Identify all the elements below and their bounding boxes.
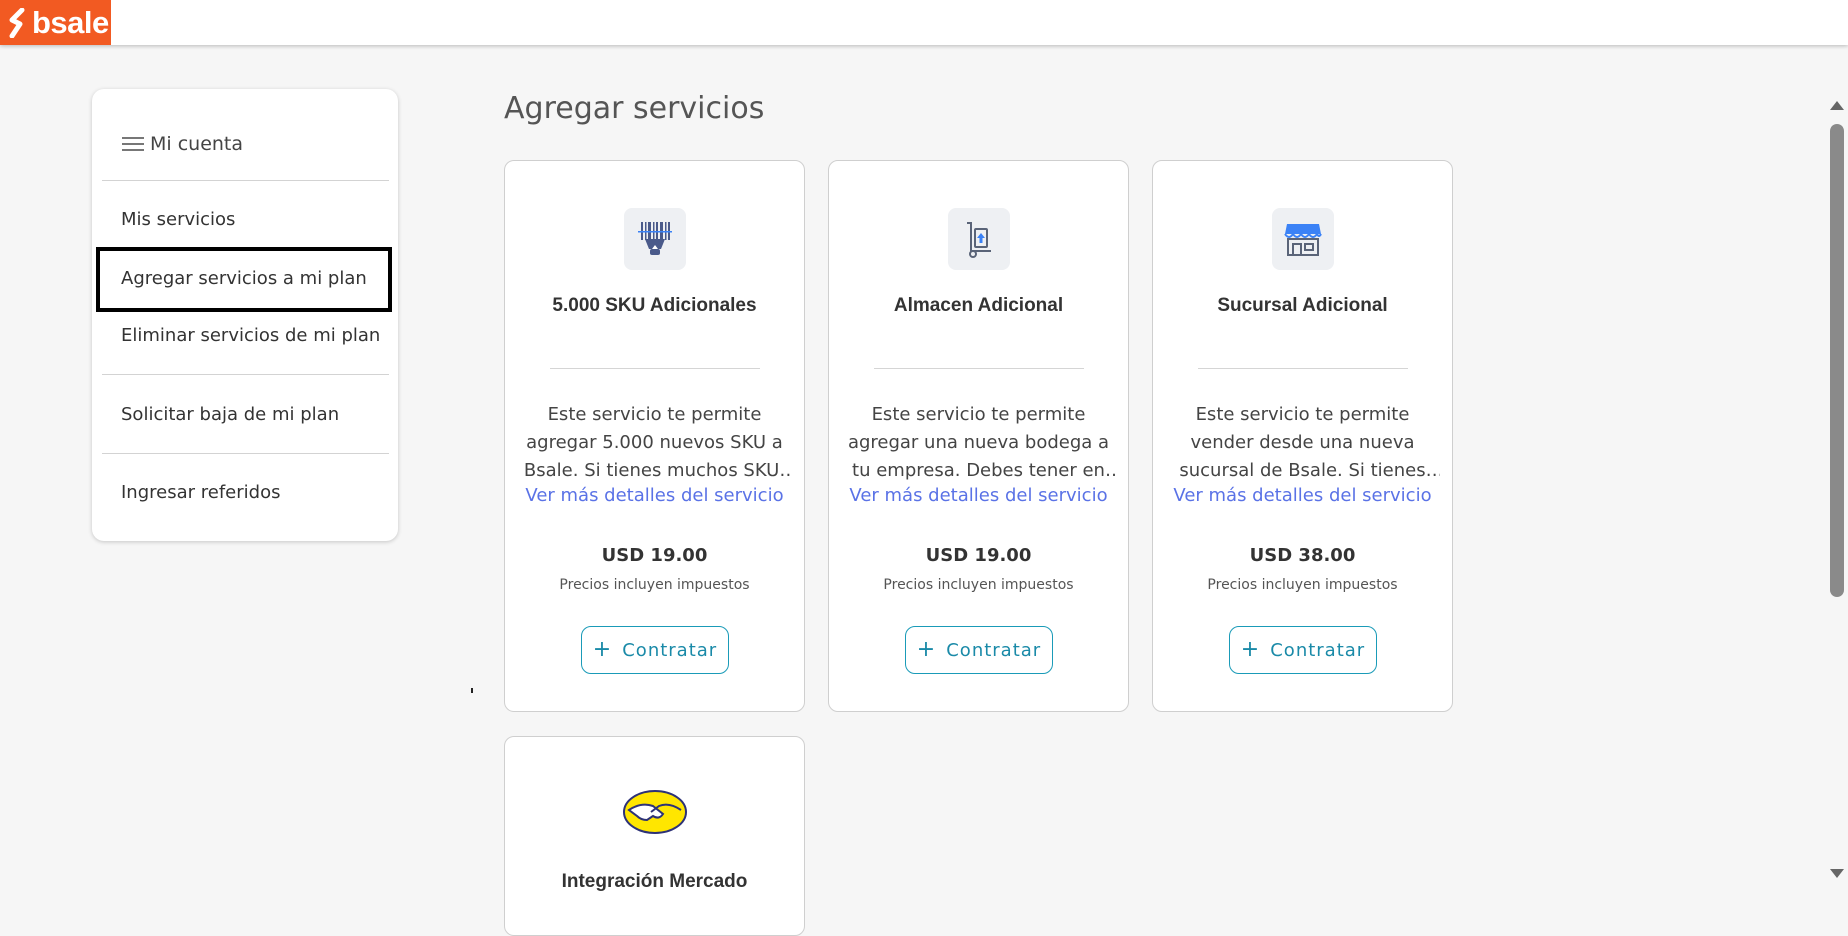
- card-description: Este servicio te permite vender desde un…: [1179, 404, 1426, 481]
- hamburger-menu-icon[interactable]: [122, 137, 144, 151]
- handshake-icon: [620, 789, 690, 835]
- card-title: Almacen Adicional: [893, 295, 1064, 316]
- sidebar-item-solicitar-baja[interactable]: Solicitar baja de mi plan: [121, 404, 339, 425]
- contratar-button-label: Contratar: [1270, 639, 1366, 661]
- card-description: Este servicio te permite agregar 5.000 n…: [523, 404, 786, 481]
- account-sidebar: [92, 89, 398, 541]
- card-tax-note: Precios incluyen impuestos: [559, 577, 750, 593]
- service-card-almacen: Almacen Adicional Este servicio te permi…: [828, 160, 1129, 712]
- sidebar-header-label: Mi cuenta: [150, 133, 244, 155]
- scrollbar-thumb[interactable]: [1830, 124, 1844, 597]
- scroll-down-icon[interactable]: [1830, 869, 1844, 878]
- contratar-button-label: Contratar: [622, 639, 718, 661]
- sidebar-divider: [102, 374, 389, 375]
- card-tax-note: Precios incluyen impuestos: [883, 577, 1074, 593]
- card-price: USD 19.00: [925, 545, 1032, 566]
- page-title: Agregar servicios: [504, 91, 765, 126]
- card-divider: [874, 368, 1084, 369]
- barcode-scanner-icon: [624, 208, 686, 270]
- plus-icon: +: [916, 637, 937, 662]
- contratar-button[interactable]: + Contratar: [581, 626, 729, 674]
- store-icon: [1272, 208, 1334, 270]
- top-bar: bsale: [0, 0, 1848, 45]
- sidebar-item-ingresar-referidos[interactable]: Ingresar referidos: [121, 482, 280, 503]
- sidebar-item-eliminar-servicios[interactable]: Eliminar servicios de mi plan: [121, 325, 380, 346]
- sidebar-item-agregar-servicios[interactable]: Agregar servicios a mi plan: [121, 268, 367, 289]
- card-price: USD 38.00: [1249, 545, 1356, 566]
- plus-icon: +: [592, 637, 613, 662]
- contratar-button[interactable]: + Contratar: [905, 626, 1053, 674]
- bsale-logo-icon: [9, 7, 25, 38]
- service-card-mercado: Integración Mercado: [504, 736, 805, 936]
- contratar-button-label: Contratar: [946, 639, 1042, 661]
- sidebar-divider: [102, 453, 389, 454]
- service-card-sucursal: Sucursal Adicional Este servicio te perm…: [1152, 160, 1453, 712]
- stray-mark: [471, 688, 473, 693]
- sidebar-header: Mi cuenta: [122, 133, 243, 155]
- warehouse-cart-icon: [948, 208, 1010, 270]
- scroll-up-icon[interactable]: [1830, 101, 1844, 110]
- card-details-link[interactable]: Ver más detalles del servicio: [505, 485, 804, 506]
- brand-name: bsale: [32, 4, 109, 40]
- sidebar-item-mis-servicios[interactable]: Mis servicios: [121, 209, 235, 230]
- contratar-button[interactable]: + Contratar: [1229, 626, 1377, 674]
- card-title: Sucursal Adicional: [1217, 295, 1388, 316]
- bsale-logo[interactable]: bsale: [0, 0, 111, 45]
- card-price: USD 19.00: [601, 545, 708, 566]
- card-description: Este servicio te permite agregar una nue…: [847, 404, 1110, 481]
- card-details-link[interactable]: Ver más detalles del servicio: [829, 485, 1128, 506]
- card-tax-note: Precios incluyen impuestos: [1207, 577, 1398, 593]
- service-card-sku: 5.000 SKU Adicionales Este servicio te p…: [504, 160, 805, 712]
- card-title: Integración Mercado: [561, 871, 748, 892]
- sidebar-divider: [102, 180, 389, 181]
- card-divider: [550, 368, 760, 369]
- card-title: 5.000 SKU Adicionales: [552, 295, 757, 316]
- card-details-link[interactable]: Ver más detalles del servicio: [1153, 485, 1452, 506]
- card-divider: [1198, 368, 1408, 369]
- plus-icon: +: [1240, 637, 1261, 662]
